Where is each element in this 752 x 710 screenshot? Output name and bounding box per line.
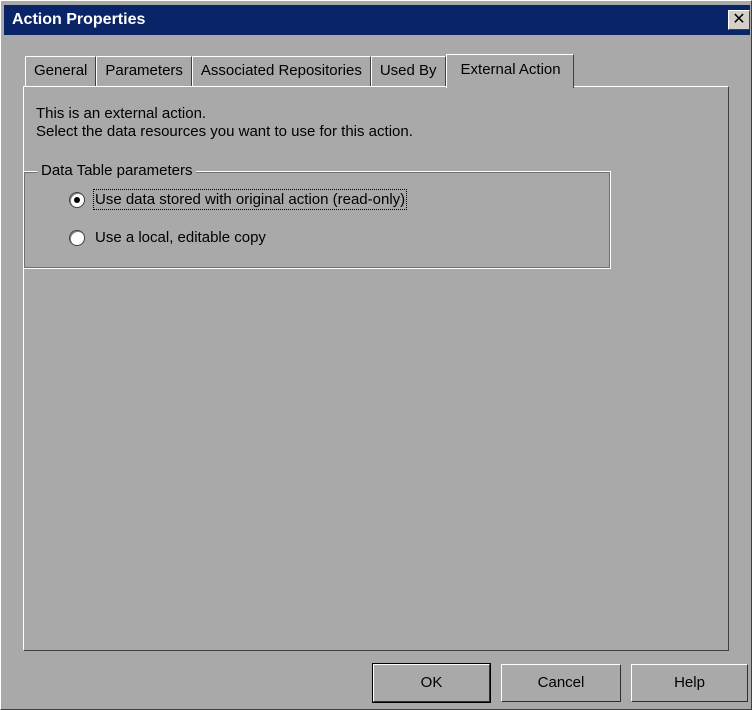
description-line-2: Select the data resources you want to us…	[36, 123, 413, 140]
close-button[interactable]: ✕	[728, 10, 750, 30]
description-line-1: This is an external action.	[36, 105, 207, 122]
tab-parameters-label: Parameters	[105, 62, 183, 79]
tab-general-label: General	[34, 62, 88, 79]
group-title: Data Table parameters	[37, 163, 197, 179]
option-local-copy[interactable]: Use a local, editable copy	[69, 229, 266, 246]
tab-external-action-label: External Action	[460, 61, 561, 78]
tab-parameters[interactable]: Parameters	[96, 56, 192, 86]
action-properties-dialog: Action Properties ✕ General Parameters A…	[0, 0, 752, 710]
close-icon: ✕	[732, 11, 746, 28]
tab-associated-repositories-label: Associated Repositories	[200, 62, 362, 79]
window-title: Action Properties	[12, 11, 146, 28]
title-bar: Action Properties ✕	[4, 5, 750, 35]
option-original-data-label[interactable]: Use data stored with original action (re…	[92, 189, 408, 210]
ok-button[interactable]: OK	[372, 663, 491, 703]
tab-used-by-label: Used By	[379, 62, 437, 79]
tab-used-by[interactable]: Used By	[370, 56, 446, 86]
option-original-data[interactable]: Use data stored with original action (re…	[69, 189, 408, 210]
radio-local-copy[interactable]	[69, 229, 85, 246]
cancel-button[interactable]: Cancel	[501, 664, 621, 702]
ok-button-label: OK	[420, 674, 443, 691]
radio-original-data[interactable]	[69, 191, 85, 208]
help-button-label: Help	[674, 674, 705, 691]
tab-external-action[interactable]: External Action	[445, 54, 574, 88]
data-table-parameters-group	[23, 171, 611, 269]
cancel-button-label: Cancel	[537, 674, 585, 691]
option-local-copy-label[interactable]: Use a local, editable copy	[95, 229, 266, 246]
help-button[interactable]: Help	[631, 664, 748, 702]
tab-associated-repositories[interactable]: Associated Repositories	[191, 56, 371, 86]
tab-strip: General Parameters Associated Repositori…	[25, 54, 574, 88]
tab-general[interactable]: General	[25, 56, 97, 86]
description: This is an external action. Select the d…	[36, 105, 413, 141]
